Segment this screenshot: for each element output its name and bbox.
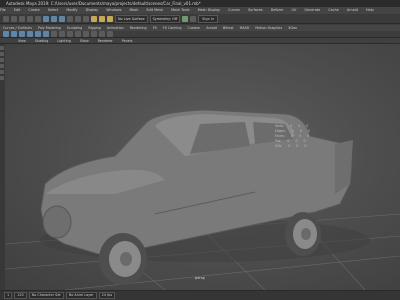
save-scene-icon[interactable] xyxy=(19,15,25,22)
viewport-3d[interactable]: Verts: 0 0 0 Edges: 0 0 0 Faces: 0 0 0 Tris: 0 0 0 U… xyxy=(5,44,400,290)
bevel-icon[interactable] xyxy=(99,31,105,37)
menu-deform[interactable]: Deform xyxy=(271,7,284,14)
status-line: No Live Surface Symmetry: Off Sign In xyxy=(0,14,400,24)
lasso-tool-icon[interactable] xyxy=(0,52,4,56)
smooth-icon[interactable] xyxy=(67,31,73,37)
shelf-tab-rigging[interactable]: Rigging xyxy=(88,26,101,30)
scale-tool-icon[interactable] xyxy=(0,76,4,80)
new-scene-icon[interactable] xyxy=(3,15,9,22)
car-model[interactable] xyxy=(40,109,370,285)
anim-layer-dropdown[interactable]: No Anim Layer xyxy=(65,292,97,299)
panel-menu-panels[interactable]: Panels xyxy=(122,39,133,43)
select-by-component-icon[interactable] xyxy=(59,15,65,22)
camera-label: persp xyxy=(195,276,205,280)
separate-icon[interactable] xyxy=(59,31,65,37)
menu-help[interactable]: Help xyxy=(366,7,374,14)
undo-icon[interactable] xyxy=(27,15,33,22)
menu-generate[interactable]: Generate xyxy=(304,7,320,14)
poly-sphere-icon[interactable] xyxy=(3,31,9,37)
select-tool-icon[interactable] xyxy=(0,46,4,50)
sign-in-button[interactable]: Sign In xyxy=(198,14,219,23)
shelf-tab-animation[interactable]: Animation xyxy=(107,26,124,30)
menu-select[interactable]: Select xyxy=(48,7,58,14)
menu-edit[interactable]: Edit xyxy=(14,7,21,14)
shelf-tab-xgen[interactable]: XGen xyxy=(288,26,297,30)
render-icon[interactable] xyxy=(91,15,97,22)
modeling-toolkit-icon[interactable] xyxy=(182,15,189,22)
shelf-tab-rendering[interactable]: Rendering xyxy=(130,26,147,30)
frame-end-field[interactable]: 120 xyxy=(14,292,27,299)
bridge-icon[interactable] xyxy=(91,31,97,37)
live-surface-field[interactable]: No Live Surface xyxy=(115,14,148,23)
snap-grid-icon[interactable] xyxy=(67,15,73,22)
menu-file[interactable]: File xyxy=(0,7,6,14)
menu-windows[interactable]: Windows xyxy=(106,7,121,14)
poly-torus-icon[interactable] xyxy=(35,31,41,37)
tail-fin xyxy=(335,140,353,194)
open-scene-icon[interactable] xyxy=(11,15,17,22)
menu-create[interactable]: Create xyxy=(28,7,39,14)
shelf-tab-mash[interactable]: MASH xyxy=(240,26,250,30)
shelf-tab-fx-caching[interactable]: FX Caching xyxy=(163,26,182,30)
poly-plane-icon[interactable] xyxy=(43,31,49,37)
shelf-tab-curves-surfaces[interactable]: Curves / Surfaces xyxy=(3,26,32,30)
fps-dropdown[interactable]: 24 fps xyxy=(98,292,116,299)
shelf-tab-motion-graphics[interactable]: Motion Graphics xyxy=(255,26,282,30)
ipr-render-icon[interactable] xyxy=(99,15,105,22)
time-range-bar: 1 120 No Character Set No Anim Layer 24 … xyxy=(0,290,400,300)
menu-display[interactable]: Display xyxy=(86,7,99,14)
paint-select-tool-icon[interactable] xyxy=(0,58,4,62)
poly-cube-icon[interactable] xyxy=(11,31,17,37)
character-set-dropdown[interactable]: No Character Set xyxy=(28,292,64,299)
select-by-object-icon[interactable] xyxy=(51,15,57,22)
rear-wheel xyxy=(285,212,321,256)
menu-cache[interactable]: Cache xyxy=(328,7,339,14)
poly-cone-icon[interactable] xyxy=(27,31,33,37)
poly-cylinder-icon[interactable] xyxy=(19,31,25,37)
snap-point-icon[interactable] xyxy=(83,15,89,22)
main-menu-bar: File Edit Create Select Modify Display W… xyxy=(0,7,400,14)
rotate-tool-icon[interactable] xyxy=(0,70,4,74)
shelf-tab-sculpting[interactable]: Sculpting xyxy=(67,26,82,30)
headlight xyxy=(42,205,72,239)
panel-menu-lighting[interactable]: Lighting xyxy=(57,39,70,43)
heads-up-display: Verts: 0 0 0 Edges: 0 0 0 Faces: 0 0 0 Tris: 0 0 0 U… xyxy=(275,124,310,149)
viewport-scene xyxy=(5,109,400,290)
frame-start-field[interactable]: 1 xyxy=(4,292,13,299)
window-title: Autodesk Maya 2019: C:/Users/user/Docume… xyxy=(0,0,400,7)
menu-surfaces[interactable]: Surfaces xyxy=(248,7,263,14)
combine-icon[interactable] xyxy=(51,31,57,37)
menu-uv[interactable]: UV xyxy=(291,7,296,14)
panel-menu-show[interactable]: Show xyxy=(80,39,89,43)
select-by-hierarchy-icon[interactable] xyxy=(43,15,49,22)
multi-cut-icon[interactable] xyxy=(107,31,113,37)
shelf-tab-fx[interactable]: FX xyxy=(153,26,157,30)
symmetry-field[interactable]: Symmetry: Off xyxy=(149,14,181,23)
shelf-tab-bifrost[interactable]: Bifrost xyxy=(223,26,234,30)
extrude-icon[interactable] xyxy=(83,31,89,37)
snap-curve-icon[interactable] xyxy=(75,15,81,22)
shelf-tab-custom[interactable]: Custom xyxy=(188,26,201,30)
shelf-tab-arnold[interactable]: Arnold xyxy=(206,26,217,30)
panel-menu-view[interactable]: View xyxy=(18,39,26,43)
redo-icon[interactable] xyxy=(35,15,41,22)
hud-row: UVs: 0 0 0 xyxy=(275,144,307,148)
boolean-icon[interactable] xyxy=(75,31,81,37)
shelf-tab-poly-modeling[interactable]: Poly Modeling xyxy=(38,26,61,30)
shelf-icons xyxy=(0,31,400,38)
menu-modify[interactable]: Modify xyxy=(66,7,77,14)
front-wheel xyxy=(99,233,147,285)
panel-menu-renderer[interactable]: Renderer xyxy=(98,39,113,43)
menu-mesh[interactable]: Mesh xyxy=(129,7,138,14)
attribute-editor-icon[interactable] xyxy=(190,15,197,22)
menu-arnold[interactable]: Arnold xyxy=(347,7,358,14)
menu-mesh-tools[interactable]: Mesh Tools xyxy=(171,7,189,14)
panel-menu-shading[interactable]: Shading xyxy=(35,39,48,43)
menu-curves[interactable]: Curves xyxy=(228,7,240,14)
render-settings-icon[interactable] xyxy=(107,15,113,22)
menu-edit-mesh[interactable]: Edit Mesh xyxy=(146,7,163,14)
menu-mesh-display[interactable]: Mesh Display xyxy=(198,7,221,14)
move-tool-icon[interactable] xyxy=(0,64,4,68)
